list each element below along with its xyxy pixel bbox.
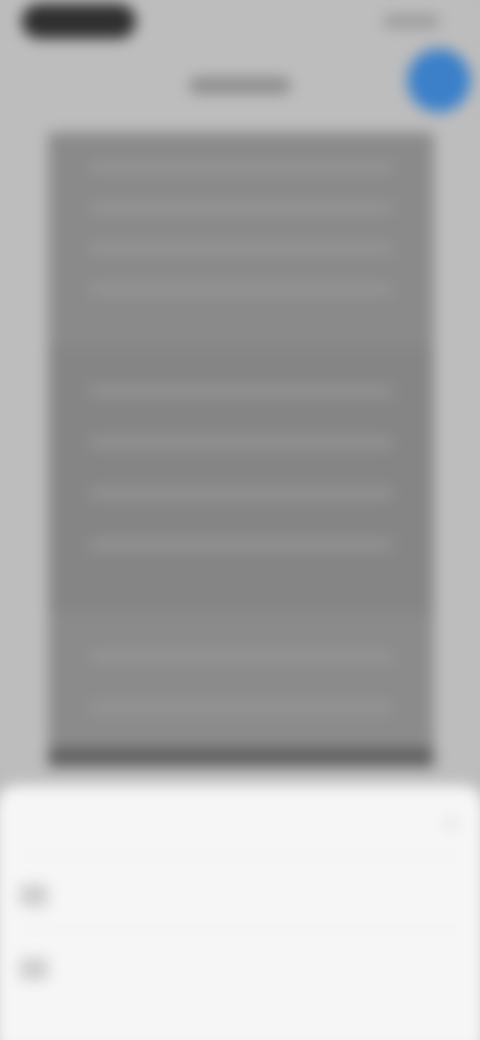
sheet-option-1[interactable] [19, 873, 448, 918]
preview-text-line [89, 163, 393, 172]
status-indicators [382, 14, 440, 29]
preview-text-line [89, 703, 393, 712]
divider [19, 856, 461, 858]
screen: ✕ [0, 0, 480, 1040]
page-title [189, 77, 291, 94]
preview-section [48, 346, 434, 612]
preview-text-line [89, 285, 393, 294]
close-icon[interactable]: ✕ [443, 814, 458, 835]
document-preview[interactable] [48, 132, 434, 765]
status-time-pill [21, 3, 136, 39]
preview-text-line [89, 540, 393, 549]
preview-text-line [89, 652, 393, 661]
preview-text-line [89, 438, 393, 447]
bottom-sheet: ✕ [0, 785, 480, 1040]
preview-text-line [89, 244, 393, 253]
folder-icon [19, 957, 49, 981]
preview-section [48, 611, 434, 765]
document-icon [19, 884, 49, 907]
preview-text-line [89, 489, 393, 498]
divider [19, 930, 461, 932]
preview-text-line [89, 203, 393, 212]
preview-footer [48, 748, 434, 767]
floating-action-button[interactable] [407, 48, 471, 113]
sheet-option-2[interactable] [19, 946, 448, 991]
preview-text-line [89, 387, 393, 396]
sheet-header: ✕ [20, 812, 458, 841]
